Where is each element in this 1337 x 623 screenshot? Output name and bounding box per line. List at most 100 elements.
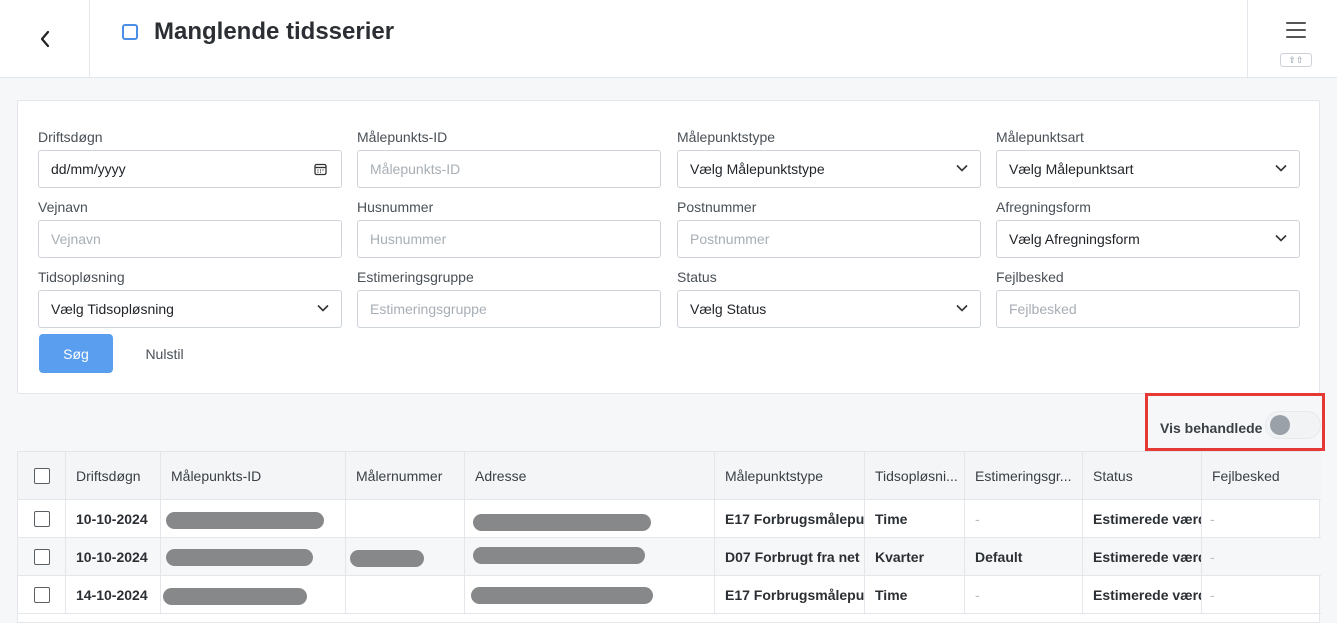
malepunkts-id-input[interactable]: Målepunkts-ID xyxy=(357,150,661,188)
row-select-cell xyxy=(18,538,66,575)
redacted-value xyxy=(350,550,424,567)
column-header[interactable]: Tidsopløsni... xyxy=(865,452,965,499)
top-bar: Manglende tidsserier ⇧⇧ xyxy=(0,0,1337,78)
fejlbesked-cell: - xyxy=(1210,548,1215,565)
estimeringsgruppe-input[interactable]: Estimeringsgruppe xyxy=(357,290,661,328)
field-label: Postnummer xyxy=(677,199,757,215)
malernummer-cell xyxy=(346,538,465,575)
calendar-icon[interactable] xyxy=(314,162,327,176)
table-row[interactable]: 14-10-2024 E17 Forbrugsmålepunkt Time - … xyxy=(18,576,1321,614)
filter-afregningsform: Afregningsform Vælg Afregningsform xyxy=(996,198,1300,258)
filter-postnummer: Postnummer Postnummer xyxy=(677,198,981,258)
malepunktsart-select[interactable]: Vælg Målepunktsart xyxy=(996,150,1300,188)
driftsdogn-cell: 10-10-2024 xyxy=(66,538,161,575)
malepunktstype-cell: D07 Forbrugt fra net xyxy=(715,538,865,575)
field-label: Tidsopløsning xyxy=(38,269,125,285)
search-button[interactable]: Søg xyxy=(39,334,113,373)
chevron-down-icon xyxy=(956,164,968,172)
status-cell: Estimerede værdier xyxy=(1083,576,1202,613)
chevron-left-icon xyxy=(40,30,49,48)
field-label: Vejnavn xyxy=(38,199,88,215)
estimeringsgruppe-cell: Default xyxy=(965,538,1083,575)
show-processed-switch[interactable] xyxy=(1265,411,1321,439)
vejnavn-input[interactable]: Vejnavn xyxy=(38,220,342,258)
column-header[interactable]: Målepunktstype xyxy=(715,452,865,499)
status-cell: Estimerede værdier xyxy=(1083,538,1202,575)
field-label: Estimeringsgruppe xyxy=(357,269,474,285)
tidsoplosning-select[interactable]: Vælg Tidsopløsning xyxy=(38,290,342,328)
table-row[interactable]: 10-10-2024 D07 Forbrugt fra net Kvarter … xyxy=(18,538,1321,576)
afregningsform-select[interactable]: Vælg Afregningsform xyxy=(996,220,1300,258)
driftsdogn-cell: 10-10-2024 xyxy=(66,500,161,537)
column-header[interactable]: Målernummer xyxy=(346,452,465,499)
title-checkbox[interactable] xyxy=(122,24,138,40)
tidsoplosning-cell: Time xyxy=(865,500,965,537)
malernummer-cell xyxy=(346,576,465,613)
malepunktstype-cell: E17 Forbrugsmålepunkt xyxy=(715,576,865,613)
status-cell: Estimerede værdier xyxy=(1083,500,1202,537)
column-header[interactable]: Fejlbesked xyxy=(1202,452,1321,499)
hamburger-menu-icon[interactable] xyxy=(1286,21,1306,39)
status-select[interactable]: Vælg Status xyxy=(677,290,981,328)
filter-panel: Driftsdøgn dd/mm/yyyy Målepunkts-ID Måle… xyxy=(17,100,1320,394)
filter-malepunktsart: Målepunktsart Vælg Målepunktsart xyxy=(996,128,1300,188)
redacted-value xyxy=(166,549,313,566)
field-label: Driftsdøgn xyxy=(38,129,103,145)
filter-driftsdogn: Driftsdøgn dd/mm/yyyy xyxy=(38,128,342,188)
switch-knob xyxy=(1270,415,1290,435)
field-label: Status xyxy=(677,269,717,285)
redacted-value xyxy=(471,587,653,604)
malepunkts-id-cell xyxy=(161,500,346,537)
tidsoplosning-cell: Kvarter xyxy=(865,538,965,575)
driftsdogn-date-input[interactable]: dd/mm/yyyy xyxy=(38,150,342,188)
row-select-cell xyxy=(18,576,66,613)
postnummer-input[interactable]: Postnummer xyxy=(677,220,981,258)
filter-estimeringsgruppe: Estimeringsgruppe Estimeringsgruppe xyxy=(357,268,661,328)
adresse-cell xyxy=(465,538,715,575)
field-label: Målepunkts-ID xyxy=(357,129,448,145)
driftsdogn-cell: 14-10-2024 xyxy=(66,576,161,613)
malepunktstype-cell: E17 Forbrugsmålepunkt xyxy=(715,500,865,537)
results-table: Driftsdøgn Målepunkts-ID Målernummer Adr… xyxy=(17,451,1321,623)
filter-husnummer: Husnummer Husnummer xyxy=(357,198,661,258)
page-title: Manglende tidsserier xyxy=(154,18,395,45)
field-label: Fejlbesked xyxy=(996,269,1064,285)
redacted-value xyxy=(163,588,307,605)
chevron-down-icon xyxy=(317,304,329,312)
chevron-down-icon xyxy=(1275,164,1287,172)
column-header[interactable]: Adresse xyxy=(465,452,715,499)
table-row[interactable]: 10-10-2024 E17 Forbrugsmålepunkt Time - … xyxy=(18,500,1321,538)
husnummer-input[interactable]: Husnummer xyxy=(357,220,661,258)
fejlbesked-input[interactable]: Fejlbesked xyxy=(996,290,1300,328)
reset-button[interactable]: Nulstil xyxy=(136,334,193,373)
column-header[interactable]: Driftsdøgn xyxy=(66,452,161,499)
redacted-value xyxy=(473,514,651,531)
filter-fejlbesked: Fejlbesked Fejlbesked xyxy=(996,268,1300,328)
show-processed-label: Vis behandlede xyxy=(1160,420,1263,436)
row-checkbox[interactable] xyxy=(33,510,50,527)
adresse-cell xyxy=(465,576,715,613)
malepunktstype-select[interactable]: Vælg Målepunktstype xyxy=(677,150,981,188)
estimeringsgruppe-cell: - xyxy=(965,576,1083,613)
field-label: Afregningsform xyxy=(996,199,1091,215)
filter-malepunkts-id: Målepunkts-ID Målepunkts-ID xyxy=(357,128,661,188)
filter-vejnavn: Vejnavn Vejnavn xyxy=(38,198,342,258)
back-button[interactable] xyxy=(0,0,90,78)
row-checkbox[interactable] xyxy=(33,586,50,603)
column-header[interactable]: Estimeringsgr... xyxy=(965,452,1083,499)
fejlbesked-cell: - xyxy=(1210,586,1215,603)
menu-area: ⇧⇧ xyxy=(1247,0,1337,78)
field-label: Målepunktsart xyxy=(996,129,1084,145)
estimeringsgruppe-cell: - xyxy=(965,500,1083,537)
row-select-cell xyxy=(18,500,66,537)
field-label: Husnummer xyxy=(357,199,434,215)
fejlbesked-cell: - xyxy=(1210,510,1215,527)
malernummer-cell xyxy=(346,500,465,537)
column-header[interactable]: Målepunkts-ID xyxy=(161,452,346,499)
filter-tidsoplosning: Tidsopløsning Vælg Tidsopløsning xyxy=(38,268,342,328)
tidsoplosning-cell: Time xyxy=(865,576,965,613)
keyboard-shortcut-hint: ⇧⇧ xyxy=(1280,53,1312,67)
select-all-checkbox[interactable] xyxy=(33,467,50,484)
row-checkbox[interactable] xyxy=(33,548,50,565)
column-header[interactable]: Status xyxy=(1083,452,1202,499)
